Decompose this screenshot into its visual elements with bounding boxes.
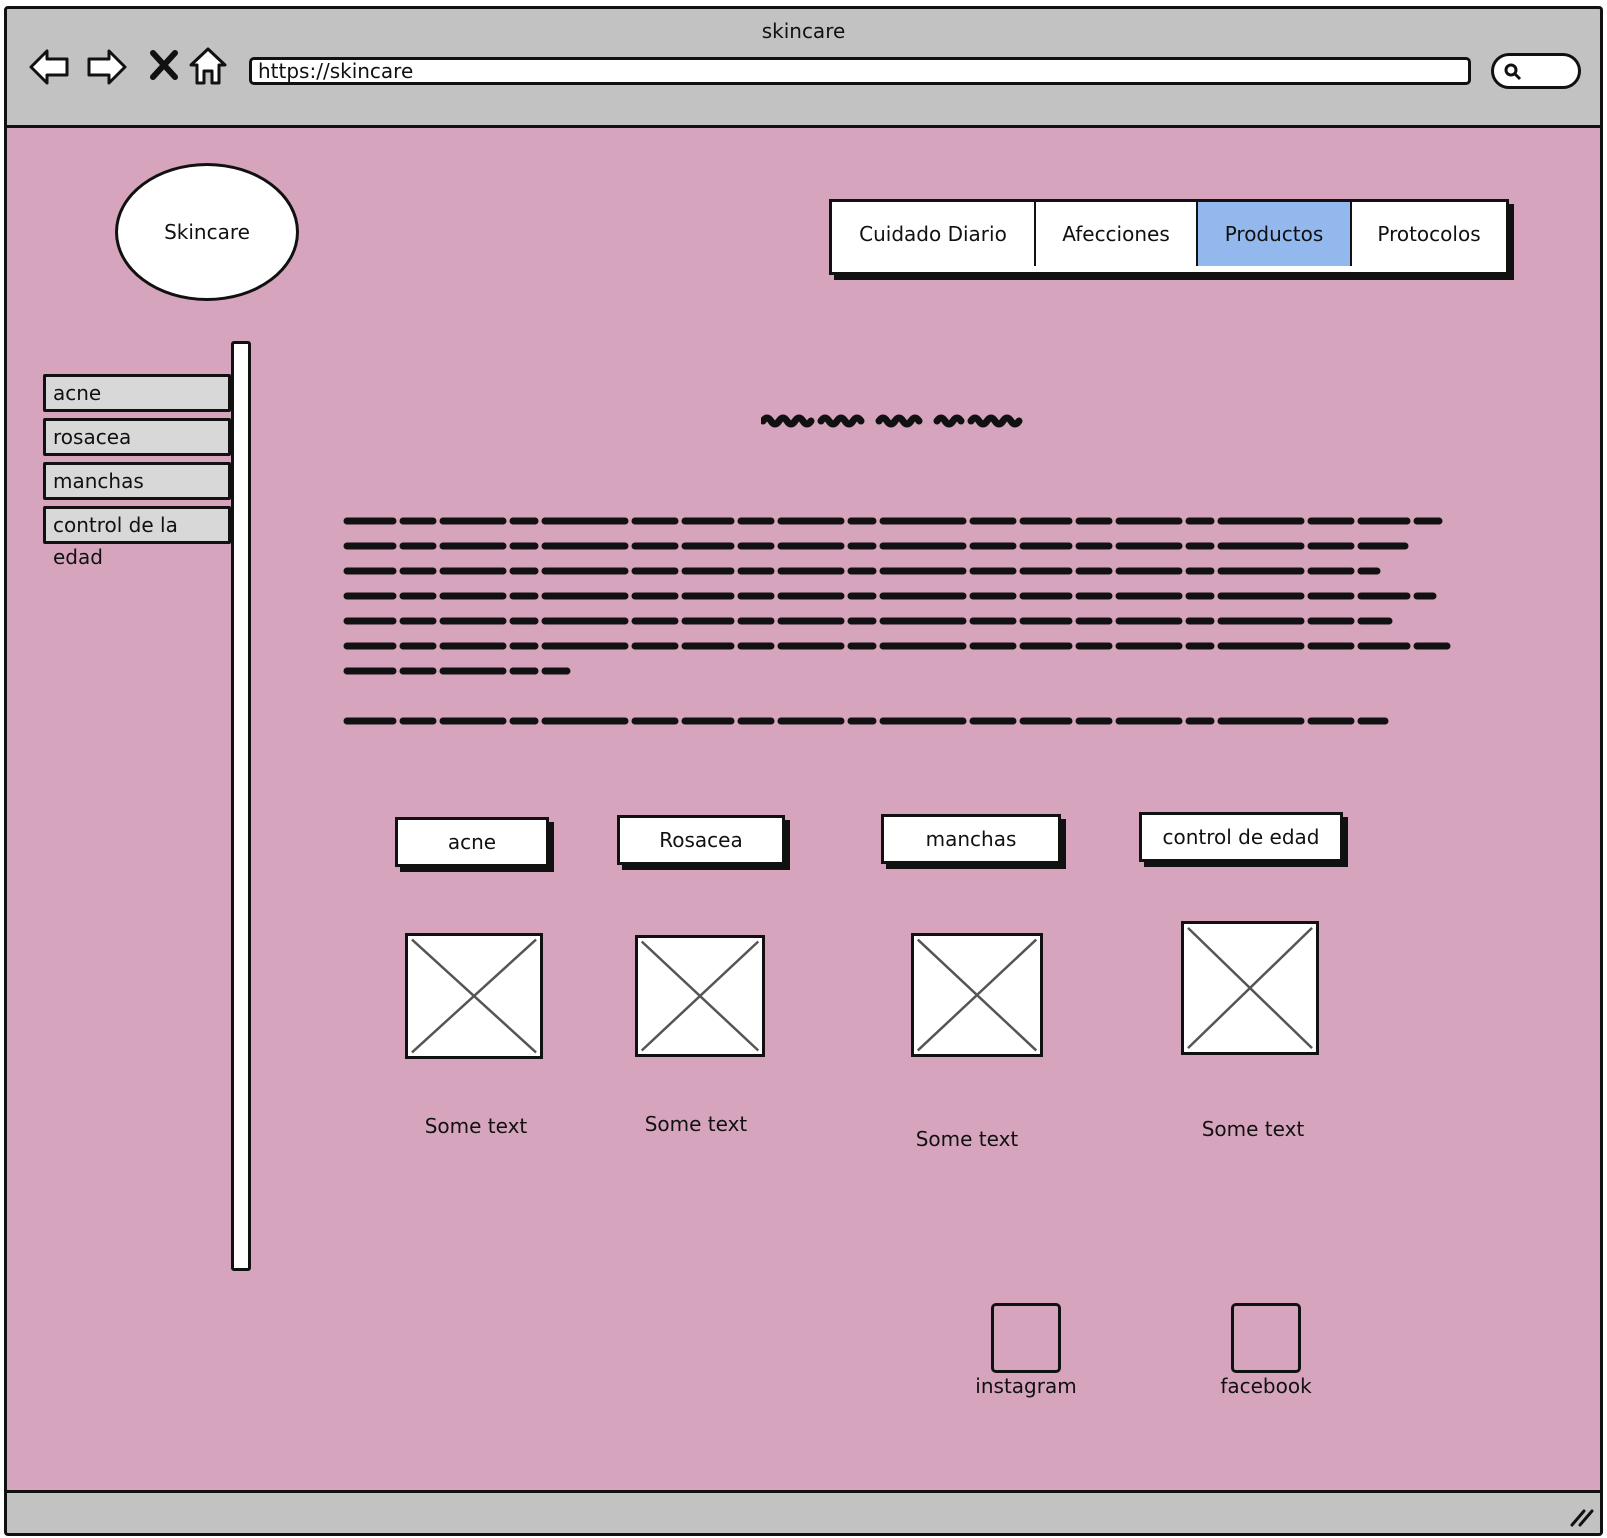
forward-arrow-icon[interactable] [85, 45, 129, 89]
image-placeholder [911, 933, 1043, 1057]
tab-protocolos[interactable]: Protocolos [1352, 202, 1506, 266]
instagram-label[interactable]: instagram [961, 1374, 1091, 1398]
image-placeholder [1181, 921, 1319, 1055]
image-placeholder [635, 935, 765, 1057]
tab-afecciones[interactable]: Afecciones [1036, 202, 1198, 266]
heading-placeholder-scribble [761, 414, 1023, 428]
browser-chrome: skincare https://skincare [7, 9, 1600, 128]
instagram-icon[interactable] [991, 1303, 1061, 1373]
browser-search-field[interactable] [1491, 53, 1581, 89]
caption-manchas: Some text [915, 1127, 1019, 1151]
image-placeholder [405, 933, 543, 1059]
category-button-acne[interactable]: acne [395, 817, 549, 867]
status-bar [7, 1490, 1600, 1533]
facebook-label[interactable]: facebook [1201, 1374, 1331, 1398]
caption-control-de-edad: Some text [1201, 1117, 1305, 1141]
sidebar-item-rosacea[interactable]: rosacea [43, 418, 231, 456]
close-icon[interactable] [145, 45, 189, 89]
browser-window: skincare https://skincare Skincare Cuida… [4, 6, 1603, 1536]
home-icon[interactable] [187, 45, 231, 89]
sidebar-item-acne[interactable]: acne [43, 374, 231, 412]
tab-cuidado-diario[interactable]: Cuidado Diario [832, 202, 1036, 266]
back-arrow-icon[interactable] [27, 45, 71, 89]
tab-productos[interactable]: Productos [1198, 202, 1352, 266]
category-button-manchas[interactable]: manchas [881, 814, 1061, 864]
sidebar-scrollbar[interactable] [231, 341, 251, 1271]
category-button-control-de-edad[interactable]: control de edad [1139, 812, 1343, 862]
sidebar-item-manchas[interactable]: manchas [43, 462, 231, 500]
site-logo[interactable]: Skincare [115, 163, 299, 301]
search-icon [1504, 63, 1522, 81]
window-title: skincare [761, 19, 846, 43]
sidebar-menu: acne rosacea manchas control de la edad [43, 374, 231, 569]
category-button-rosacea[interactable]: Rosacea [617, 815, 785, 865]
main-nav: Cuidado Diario Afecciones Productos Prot… [829, 199, 1509, 275]
facebook-icon[interactable] [1231, 1303, 1301, 1373]
resize-handle-icon[interactable] [1568, 1505, 1594, 1527]
caption-rosacea: Some text [644, 1112, 748, 1136]
sidebar-item-control-de-la-edad[interactable]: control de la edad [43, 506, 231, 569]
caption-acne: Some text [424, 1114, 528, 1138]
address-bar[interactable]: https://skincare [249, 57, 1471, 85]
body-text-placeholder [343, 517, 1451, 725]
